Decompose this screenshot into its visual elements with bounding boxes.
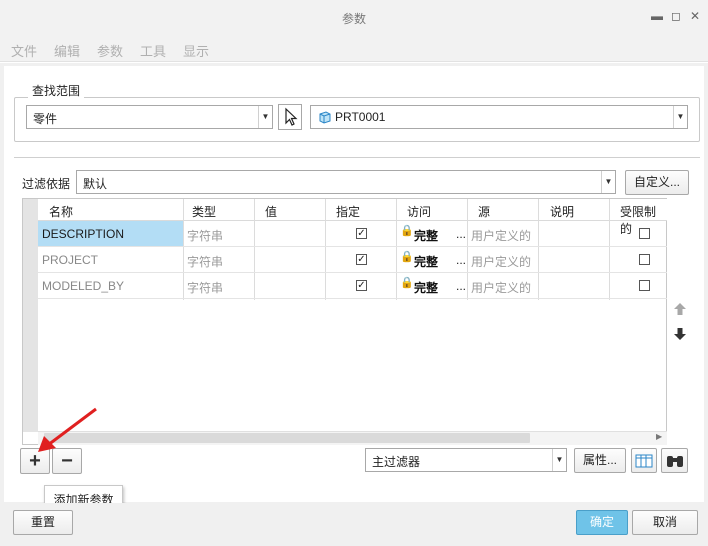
column-header-designated[interactable]: 指定 xyxy=(336,203,360,220)
table-icon xyxy=(635,454,653,468)
binoculars-icon xyxy=(666,456,683,467)
scroll-right-icon[interactable]: ▶ xyxy=(656,432,662,441)
table-row[interactable]: MODELED_BY 字符串 ✓ 🔒 完整 ... 用户定义的 xyxy=(38,273,667,299)
menu-file[interactable]: 文件 xyxy=(11,41,37,60)
restricted-checkbox[interactable] xyxy=(639,280,650,291)
chevron-down-icon: ▼ xyxy=(673,106,687,128)
param-access[interactable]: 完整 xyxy=(414,227,438,244)
filter-value: 默认 xyxy=(83,177,108,191)
find-button[interactable] xyxy=(661,448,688,473)
row-header-gutter xyxy=(23,199,38,432)
column-header-source[interactable]: 源 xyxy=(478,203,490,220)
lock-icon: 🔒 xyxy=(400,277,414,289)
customize-button[interactable]: 自定义... xyxy=(625,170,689,195)
select-object-button[interactable] xyxy=(278,104,302,130)
part-icon xyxy=(319,111,331,127)
move-down-icon[interactable] xyxy=(673,327,687,344)
param-name[interactable]: PROJECT xyxy=(42,253,98,267)
param-name[interactable]: MODELED_BY xyxy=(42,279,124,293)
ok-button[interactable]: 确定 xyxy=(576,510,628,535)
column-header-value[interactable]: 值 xyxy=(265,203,277,220)
param-type[interactable]: 字符串 xyxy=(187,253,223,270)
menu-display[interactable]: 显示 xyxy=(183,41,209,60)
access-more-button[interactable]: ... xyxy=(456,253,466,267)
scope-type-dropdown[interactable]: 零件 ▼ xyxy=(26,105,273,129)
lock-icon: 🔒 xyxy=(400,225,414,237)
filter-dropdown[interactable]: 默认 ▼ xyxy=(76,170,616,194)
menu-edit[interactable]: 编辑 xyxy=(54,41,80,60)
param-type[interactable]: 字符串 xyxy=(187,279,223,296)
column-header-type[interactable]: 类型 xyxy=(192,203,216,220)
scrollbar-thumb[interactable] xyxy=(44,433,530,443)
table-header: 名称 类型 值 指定 访问 源 说明 受限制的 xyxy=(38,199,667,236)
filter-label: 过滤依据 xyxy=(22,177,71,191)
divider xyxy=(14,157,700,159)
designated-checkbox[interactable]: ✓ xyxy=(356,228,367,239)
menu-parameters[interactable]: 参数 xyxy=(97,41,123,60)
column-header-description[interactable]: 说明 xyxy=(550,203,574,220)
scope-object-value: PRT0001 xyxy=(335,110,386,124)
column-header-name[interactable]: 名称 xyxy=(49,203,73,220)
param-name[interactable]: DESCRIPTION xyxy=(42,227,124,241)
column-header-access[interactable]: 访问 xyxy=(407,203,431,220)
designated-checkbox[interactable]: ✓ xyxy=(356,280,367,291)
param-type[interactable]: 字符串 xyxy=(187,227,223,244)
access-more-button[interactable]: ... xyxy=(456,279,466,293)
table-columns-button[interactable] xyxy=(631,448,657,473)
param-source[interactable]: 用户定义的 xyxy=(471,227,531,244)
properties-button[interactable]: 属性... xyxy=(574,448,626,473)
restricted-checkbox[interactable] xyxy=(639,228,650,239)
scope-type-value: 零件 xyxy=(33,112,58,126)
param-access[interactable]: 完整 xyxy=(414,253,438,270)
scope-object-dropdown[interactable]: PRT0001 ▼ xyxy=(310,105,688,129)
cancel-button[interactable]: 取消 xyxy=(632,510,698,535)
reset-button[interactable]: 重置 xyxy=(13,510,73,535)
maximize-icon[interactable]: ◻ xyxy=(669,9,683,23)
chevron-down-icon: ▼ xyxy=(552,449,566,471)
access-more-button[interactable]: ... xyxy=(456,227,466,241)
cursor-arrow-icon xyxy=(285,107,298,126)
main-filter-value: 主过滤器 xyxy=(372,455,421,469)
main-filter-dropdown[interactable]: 主过滤器 ▼ xyxy=(365,448,567,472)
param-source[interactable]: 用户定义的 xyxy=(471,279,531,296)
annotation-arrow xyxy=(38,407,97,452)
restricted-checkbox[interactable] xyxy=(639,254,650,265)
window-title: 参数 xyxy=(341,12,366,26)
close-icon[interactable]: ✕ xyxy=(688,9,702,23)
chevron-down-icon: ▼ xyxy=(601,171,615,193)
menu-tools[interactable]: 工具 xyxy=(140,41,166,60)
table-row[interactable]: PROJECT 字符串 ✓ 🔒 完整 ... 用户定义的 xyxy=(38,247,667,273)
table-row[interactable]: DESCRIPTION 字符串 ✓ 🔒 完整 ... 用户定义的 xyxy=(38,221,667,247)
lock-icon: 🔒 xyxy=(400,251,414,263)
scope-label: 查找范围 xyxy=(28,82,85,99)
designated-checkbox[interactable]: ✓ xyxy=(356,254,367,265)
param-source[interactable]: 用户定义的 xyxy=(471,253,531,270)
chevron-down-icon: ▼ xyxy=(258,106,272,128)
param-access[interactable]: 完整 xyxy=(414,279,438,296)
minimize-icon[interactable]: ▬ xyxy=(650,9,664,23)
move-up-icon[interactable] xyxy=(673,302,687,319)
